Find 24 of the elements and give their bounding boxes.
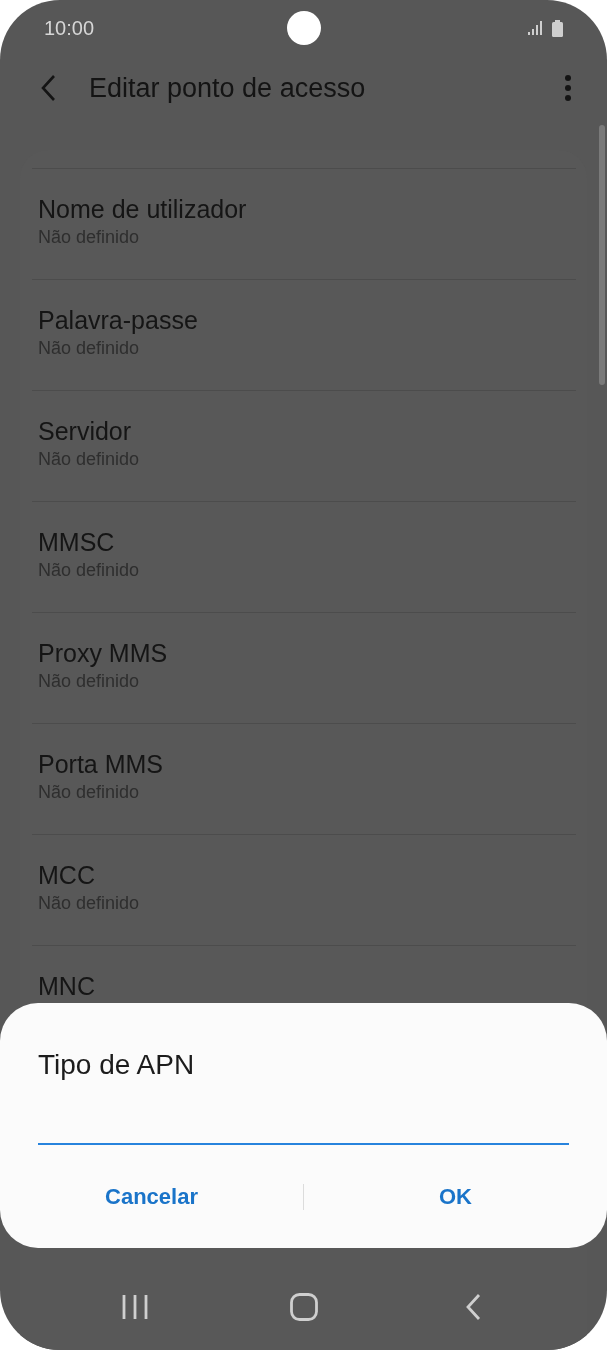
setting-title: Servidor bbox=[38, 416, 133, 447]
setting-title: MCC bbox=[38, 860, 96, 891]
more-icon bbox=[565, 75, 571, 101]
signal-icon bbox=[528, 21, 542, 35]
setting-title: Proxy MMS bbox=[38, 638, 169, 669]
status-time: 10:00 bbox=[44, 16, 96, 40]
camera-cutout bbox=[286, 11, 321, 45]
setting-title: Nome de utilizador bbox=[38, 194, 248, 225]
setting-title: MMSC bbox=[38, 527, 116, 558]
back-icon bbox=[464, 1293, 481, 1321]
recent-apps-button[interactable] bbox=[121, 1294, 148, 1320]
page-title: Editar ponto de acesso bbox=[89, 72, 367, 104]
home-icon bbox=[289, 1293, 318, 1321]
setting-title: Palavra-passe bbox=[38, 305, 199, 336]
more-options-button[interactable] bbox=[565, 75, 571, 101]
home-button[interactable] bbox=[289, 1293, 318, 1321]
battery-icon bbox=[552, 19, 563, 37]
recent-apps-icon bbox=[121, 1294, 148, 1320]
ok-button[interactable]: OK bbox=[304, 1172, 607, 1222]
scrollbar[interactable] bbox=[599, 125, 605, 385]
setting-title: MNC bbox=[38, 971, 96, 1002]
back-nav-button[interactable] bbox=[464, 1293, 481, 1321]
cancel-button[interactable]: Cancelar bbox=[0, 1172, 303, 1222]
setting-title: Porta MMS bbox=[38, 749, 165, 780]
